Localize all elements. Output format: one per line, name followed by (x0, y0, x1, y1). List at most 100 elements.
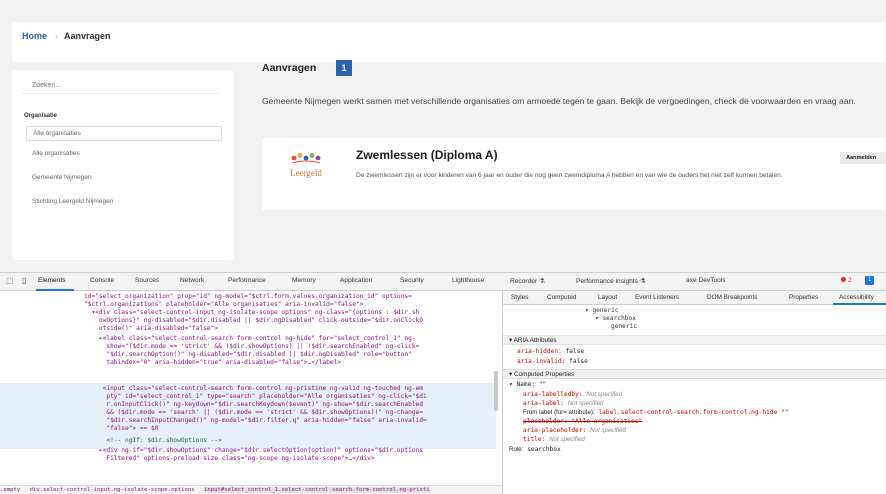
dom-line-selected[interactable]: <input class="select-control-search form… (84, 385, 423, 393)
filter-sidebar: Organisatie Alle organisaties Alle organ… (12, 70, 234, 260)
tab-console[interactable]: Console (90, 277, 114, 284)
from-label-key: From label (for= attribute): (523, 409, 595, 416)
organisation-option[interactable]: Stichting Leergeld Nijmegen (32, 198, 113, 205)
tab-properties[interactable]: Properties (789, 294, 818, 301)
tab-event-listeners[interactable]: Event Listeners (635, 294, 679, 301)
dom-line-selected[interactable]: "false"> == $0 (84, 425, 158, 433)
count-badge: 1 (336, 60, 352, 76)
aria-invalid-row: aria-invalid: false (517, 358, 588, 366)
sidebar-tabs: Styles Computed Layout Event Listeners D… (503, 291, 886, 305)
tab-sources[interactable]: Sources (135, 277, 159, 284)
dom-breadcrumb-bar: .empty div.select-control-input.ng-isola… (0, 485, 502, 494)
from-label-row: From label (for= attribute): label.selec… (523, 409, 788, 417)
dom-line[interactable]: ▸<div ng-if="$dir.showOptions" change="$… (84, 447, 423, 455)
tab-memory[interactable]: Memory (292, 277, 316, 284)
role-value: searchbox (527, 446, 561, 453)
logo-text: Leergeld (290, 168, 322, 178)
tab-accessibility[interactable]: Accessibility (839, 294, 874, 301)
device-toolbar-icon[interactable]: ▯ (22, 276, 26, 285)
screenshot-root: Home › Aanvragen Organisatie Alle organi… (0, 0, 886, 494)
title-row: title: Not specified (523, 436, 585, 444)
devtools-panel: ⬚ ▯ Elements Console Sources Network Per… (0, 272, 886, 494)
dom-breadcrumb-item[interactable]: div.select-control-input.ng-isolate-scop… (30, 487, 195, 493)
aria-label-row: aria-label: Not specified (523, 400, 604, 408)
from-label-value[interactable]: label.select-control-search.form-control… (598, 409, 788, 416)
message-count-badge[interactable]: 1 (865, 276, 874, 285)
dom-line[interactable]: ▾<div class="select-control-input ng-iso… (84, 309, 419, 317)
breadcrumb-separator: › (55, 31, 58, 41)
organisation-option[interactable]: Alle organisaties (32, 150, 80, 157)
dom-comment[interactable]: <!-- ngIf: $dir.showOptions --> (84, 437, 222, 445)
ax-tree-node[interactable]: generic (611, 323, 637, 331)
tab-dom-breakpoints[interactable]: DOM Breakpoints (707, 294, 757, 301)
dom-line[interactable]: id="select_organization" prop="id" ng-mo… (84, 293, 412, 301)
organisation-select[interactable]: Alle organisaties (26, 126, 222, 141)
attr-value: false (565, 348, 585, 355)
error-count: 2 (848, 277, 852, 284)
breadcrumb-home-link[interactable]: Home (22, 31, 47, 41)
intro-text: Gemeente Nijmegen werkt samen met versch… (262, 96, 856, 106)
tab-computed[interactable]: Computed (547, 294, 577, 301)
tab-lighthouse[interactable]: Lighthouse (452, 277, 484, 284)
attr-key: aria-placeholder: (523, 427, 587, 434)
breadcrumb: Home › Aanvragen (12, 22, 886, 62)
dom-line[interactable]: "$ctrl.organizations" placeholder="Alle … (84, 301, 363, 309)
dom-breadcrumb-item-selected[interactable]: input#select_control_1.select-control-se… (204, 487, 430, 493)
aria-attributes-header[interactable]: ▾ ARIA Attributes (503, 335, 886, 345)
dom-line[interactable]: ▸<label class="select-control-search for… (84, 335, 416, 343)
tab-performance-insights[interactable]: Performance insights ⚗ (576, 277, 646, 285)
aria-labelledby-row: aria-labelledby: Not specified (523, 391, 622, 399)
organisation-option[interactable]: Gemeente Nijmegen (32, 174, 92, 181)
placeholder-row: placeholder: "Alle organisaties" (523, 418, 643, 425)
organisation-filter-title: Organisatie (24, 113, 58, 119)
dom-line-selected[interactable]: r.onInputClick()" ng-keydown="$dir.searc… (84, 401, 423, 409)
attr-key: aria-invalid: (517, 358, 566, 365)
tab-styles[interactable]: Styles (511, 294, 528, 301)
elements-tree[interactable]: id="select_organization" prop="id" ng-mo… (0, 291, 500, 485)
dom-line[interactable]: tabindex="0" aria-hidden="true" aria-dis… (84, 359, 341, 367)
card-description: De zwemlessen zijn er voor kinderen van … (356, 172, 783, 179)
tab-layout[interactable]: Layout (598, 294, 617, 301)
dom-line-selected[interactable]: "$dir.searchInputChanged()" ng-model="$d… (84, 417, 426, 425)
tab-network[interactable]: Network (180, 277, 204, 284)
aria-placeholder-row: aria-placeholder: Not specified (523, 427, 626, 435)
search-input[interactable] (22, 78, 222, 94)
tab-security[interactable]: Security (400, 277, 424, 284)
dom-line-selected[interactable]: && ($dir.mode == 'search' || ($dir.mode … (84, 409, 423, 417)
error-count-badge[interactable]: 2 (841, 277, 852, 284)
inspect-element-icon[interactable]: ⬚ (6, 276, 14, 285)
tab-elements[interactable]: Elements (38, 277, 66, 284)
tab-axe-devtools[interactable]: axe DevTools (686, 277, 726, 284)
dom-breadcrumb-item[interactable]: .empty (0, 487, 20, 493)
dom-line-selected[interactable]: pty" id="select_control_1" type="search"… (84, 393, 426, 401)
accessibility-pane: ▾ generic ▾ searchbox generic ▾ ARIA Att… (503, 305, 886, 494)
attr-key: aria-label: (523, 400, 564, 407)
attr-value: Not specified (549, 436, 585, 443)
logo-figures-icon (291, 153, 321, 164)
attr-value: Not specified (590, 427, 626, 434)
attr-value: Not specified (586, 391, 623, 398)
role-row: Role: searchbox (509, 446, 561, 454)
apply-button[interactable]: Aanmelden (840, 152, 886, 164)
web-page: Home › Aanvragen Organisatie Alle organi… (0, 0, 886, 272)
dom-line[interactable]: Filtered" options-preload-size class="ng… (84, 455, 374, 463)
dom-line[interactable]: owOptions}" ng-disabled="$dir.disabled |… (84, 317, 423, 325)
leergeld-logo: Leergeld (284, 148, 328, 192)
elements-scrollbar[interactable] (494, 371, 498, 411)
tab-recorder[interactable]: Recorder ⚗ (510, 277, 545, 285)
name-row[interactable]: ▾ Name: "" (509, 381, 546, 389)
attr-value: false (569, 358, 588, 365)
role-key: Role: (509, 446, 524, 453)
devtools-tabbar: ⬚ ▯ Elements Console Sources Network Per… (0, 273, 886, 291)
offer-card[interactable]: Leergeld Zwemlessen (Diploma A) De zweml… (262, 138, 886, 210)
error-icon (841, 277, 846, 282)
computed-properties-header[interactable]: ▾ Computed Properties (503, 369, 886, 379)
dom-line[interactable]: utside()" aria-disabled="false"> (84, 325, 218, 333)
dom-line[interactable]: show="($dir.mode == 'strict' && !$dir.sh… (84, 343, 419, 351)
page-title: Aanvragen (262, 62, 317, 74)
tab-application[interactable]: Application (340, 277, 372, 284)
attr-key: title: (523, 436, 546, 443)
tab-performance[interactable]: Performance (228, 277, 266, 284)
dom-line[interactable]: "$dir.searchOption()" ng-disabled="$dir.… (84, 351, 411, 359)
card-title[interactable]: Zwemlessen (Diploma A) (356, 148, 498, 162)
